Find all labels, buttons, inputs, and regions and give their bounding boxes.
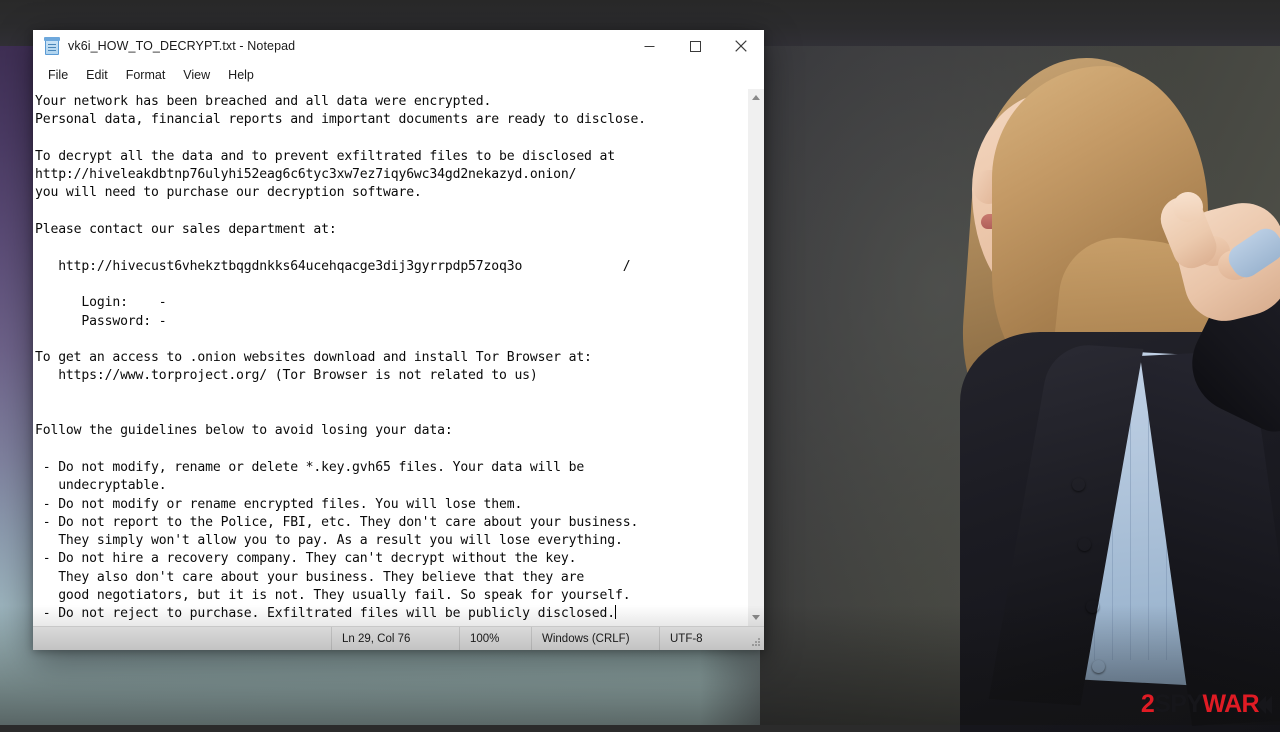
document-line: Follow the guidelines below to avoid los… xyxy=(35,423,453,439)
window-titlebar[interactable]: vk6i_HOW_TO_DECRYPT.txt - Notepad xyxy=(33,30,764,62)
scrollbar-thumb[interactable] xyxy=(748,106,764,609)
document-line: - Do not modify, rename or delete *.key.… xyxy=(35,459,585,475)
minimize-button[interactable] xyxy=(626,30,672,62)
document-line: Password: - xyxy=(35,313,167,329)
document-line: good negotiators, but it is not. They us… xyxy=(35,588,631,604)
document-line: To decrypt all the data and to prevent e… xyxy=(35,148,615,164)
menu-view[interactable]: View xyxy=(174,65,219,85)
notepad-icon xyxy=(44,37,60,55)
menu-edit[interactable]: Edit xyxy=(77,65,117,85)
document-line: - Do not report to the Police, FBI, etc.… xyxy=(35,514,639,530)
window-controls xyxy=(626,30,764,62)
notepad-window[interactable]: vk6i_HOW_TO_DECRYPT.txt - Notepad File E… xyxy=(33,30,764,650)
document-line: They simply won't allow you to pay. As a… xyxy=(35,533,623,549)
watermark-part-3: WAR xyxy=(1202,690,1259,718)
watermark-e-chevrons xyxy=(1257,695,1272,714)
document-line: They also don't care about your business… xyxy=(35,569,585,585)
document-line: Personal data, financial reports and imp… xyxy=(35,112,646,128)
person-jacket-button xyxy=(1078,538,1091,551)
document-text[interactable]: Your network has been breached and all d… xyxy=(33,89,747,626)
vertical-scrollbar[interactable] xyxy=(747,89,764,626)
watermark-2spyware: 2 SPY WAR xyxy=(1141,692,1272,717)
maximize-button[interactable] xyxy=(672,30,718,62)
watermark-part-1: 2 xyxy=(1140,690,1155,718)
document-line: - Do not modify or rename encrypted file… xyxy=(35,496,523,512)
document-line: Login: - xyxy=(35,295,167,311)
document-line: Your network has been breached and all d… xyxy=(35,94,492,109)
document-line: Please contact our sales department at: xyxy=(35,222,337,238)
editor-area[interactable]: Your network has been breached and all d… xyxy=(33,88,764,626)
scroll-up-icon[interactable] xyxy=(748,89,764,106)
watermark-part-2: SPY xyxy=(1154,690,1203,718)
document-line: http://hivecust6vhekztbqgdnkks64ucehqacg… xyxy=(35,258,631,274)
scrollbar-track[interactable] xyxy=(748,106,764,609)
background-bottom-shadow xyxy=(0,605,1280,725)
document-line: https://www.torproject.org/ (Tor Browser… xyxy=(35,368,538,384)
document-line: you will need to purchase our decryption… xyxy=(35,185,422,201)
document-line: To get an access to .onion websites down… xyxy=(35,350,592,366)
menu-bar: File Edit Format View Help xyxy=(33,62,764,88)
close-button[interactable] xyxy=(718,30,764,62)
menu-format[interactable]: Format xyxy=(117,65,175,85)
person-fingertip xyxy=(1173,192,1203,222)
document-line: undecryptable. xyxy=(35,478,167,494)
menu-file[interactable]: File xyxy=(39,65,77,85)
person-jacket-button xyxy=(1072,478,1085,491)
document-line: - Do not hire a recovery company. They c… xyxy=(35,551,577,567)
document-line: http://hiveleakdbtnp76ulyhi52eag6c6tyc3x… xyxy=(35,167,577,183)
window-title: vk6i_HOW_TO_DECRYPT.txt - Notepad xyxy=(68,39,296,53)
menu-help[interactable]: Help xyxy=(219,65,263,85)
